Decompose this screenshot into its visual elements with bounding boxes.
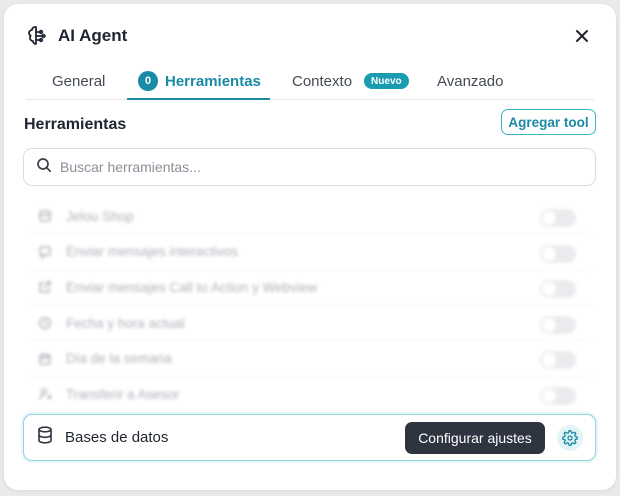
tab-avanzado[interactable]: Avanzado	[437, 62, 503, 100]
active-tool-label: Bases de datos	[65, 429, 169, 446]
database-icon	[37, 426, 53, 449]
search-input[interactable]	[60, 159, 560, 175]
add-tool-button[interactable]: Agregar tool	[501, 109, 596, 135]
tab-label: Herramientas	[165, 72, 261, 90]
list-item: Transferir a Asesor	[26, 377, 592, 413]
shop-icon	[38, 209, 52, 223]
list-item: Enviar mensajes Call to Action y Webview	[26, 270, 592, 306]
clock-icon	[38, 316, 52, 330]
active-tab-indicator	[127, 98, 270, 100]
ai-agent-modal: AI Agent General 0 Herramientas Contexto…	[4, 4, 616, 490]
tool-toggle[interactable]	[540, 280, 576, 299]
search-box	[23, 148, 596, 186]
tab-label: Avanzado	[437, 72, 504, 90]
tool-list: Jelou Shop Enviar mensajes interactivos …	[26, 199, 592, 413]
tool-label: Día de la semana	[66, 351, 172, 367]
list-item: Jelou Shop	[26, 199, 592, 235]
user-transfer-icon	[38, 387, 52, 401]
list-item: Enviar mensajes interactivos	[26, 235, 592, 271]
message-icon	[38, 245, 52, 259]
tab-bar: General 0 Herramientas Contexto Nuevo Av…	[26, 62, 594, 100]
calendar-icon	[38, 352, 52, 366]
tool-label: Jelou Shop	[66, 208, 134, 224]
tool-toggle[interactable]	[540, 386, 576, 405]
tool-label: Enviar mensajes interactivos	[66, 244, 238, 260]
tool-toggle[interactable]	[540, 209, 576, 227]
section-title: Herramientas	[24, 116, 127, 133]
list-item: Fecha y hora actual	[26, 306, 592, 342]
modal-title: AI Agent	[58, 26, 128, 45]
tool-toggle[interactable]	[540, 351, 576, 370]
brain-icon	[26, 24, 50, 48]
gear-icon[interactable]	[557, 425, 583, 451]
close-icon[interactable]	[570, 24, 594, 48]
configure-settings-button[interactable]: Configurar ajustes	[405, 422, 545, 454]
tool-label: Transferir a Asesor	[66, 386, 180, 402]
active-tool-row[interactable]: Bases de datos Configurar ajustes	[23, 414, 596, 461]
new-badge: Nuevo	[364, 73, 409, 89]
search-icon	[36, 157, 52, 178]
tab-herramientas[interactable]: 0 Herramientas	[138, 62, 261, 100]
tab-label: Contexto	[292, 72, 353, 90]
tab-contexto[interactable]: Contexto Nuevo	[292, 62, 409, 100]
tool-toggle[interactable]	[540, 315, 576, 334]
tools-count-badge: 0	[138, 71, 158, 91]
modal-header: AI Agent	[26, 22, 594, 50]
external-link-icon	[38, 280, 52, 294]
tab-general[interactable]: General	[52, 62, 105, 100]
tool-toggle[interactable]	[540, 244, 576, 263]
tab-label: General	[52, 72, 106, 90]
tool-label: Fecha y hora actual	[66, 315, 185, 331]
list-item: Día de la semana	[26, 341, 592, 377]
tool-label: Enviar mensajes Call to Action y Webview	[66, 279, 318, 295]
